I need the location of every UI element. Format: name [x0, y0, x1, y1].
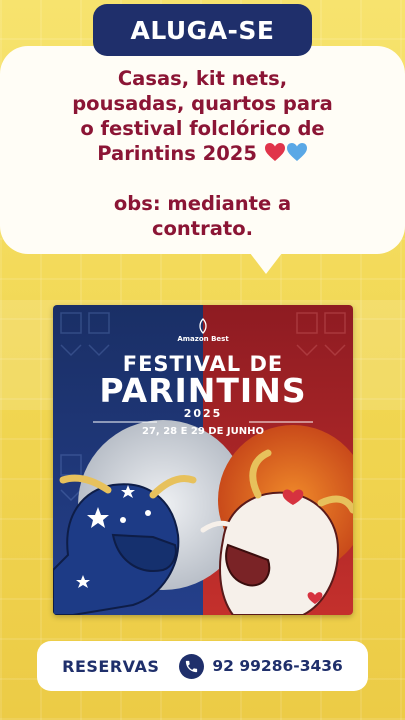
notice-line: o festival folclórico de [80, 117, 325, 140]
notice-line: contrato. [151, 217, 254, 240]
notice-line: pousadas, quartos para [72, 92, 333, 115]
poster-year: 2025 [183, 407, 223, 420]
poster-title-line2: PARINTINS [99, 371, 307, 410]
blue-heart-icon [286, 143, 307, 161]
reservation-bar[interactable]: RESERVAS 92 99286-3436 [37, 641, 368, 691]
notice-line: Parintins 2025 [97, 142, 257, 165]
phone-number[interactable]: 92 99286-3436 [212, 657, 342, 675]
poster-brand: Amazon Best [177, 335, 229, 343]
notice-text: Casas, kit nets, pousadas, quartos para … [30, 66, 375, 241]
title-banner: ALUGA-SE [93, 4, 312, 56]
reservas-label: RESERVAS [62, 656, 160, 676]
festival-poster: Amazon Best FESTIVAL DE PARINTINS 2025 2… [53, 305, 353, 615]
notice-bubble-tail [240, 240, 292, 274]
notice-line: Casas, kit nets, [117, 67, 288, 90]
phone-icon [179, 653, 205, 679]
notice-line-with-hearts: Parintins 2025 [30, 141, 375, 166]
notice-line: obs: mediante a [113, 192, 292, 215]
page-title: ALUGA-SE [130, 15, 275, 45]
poster-dates: 27, 28 E 29 DE JUNHO [142, 426, 264, 437]
red-heart-icon [264, 143, 285, 161]
